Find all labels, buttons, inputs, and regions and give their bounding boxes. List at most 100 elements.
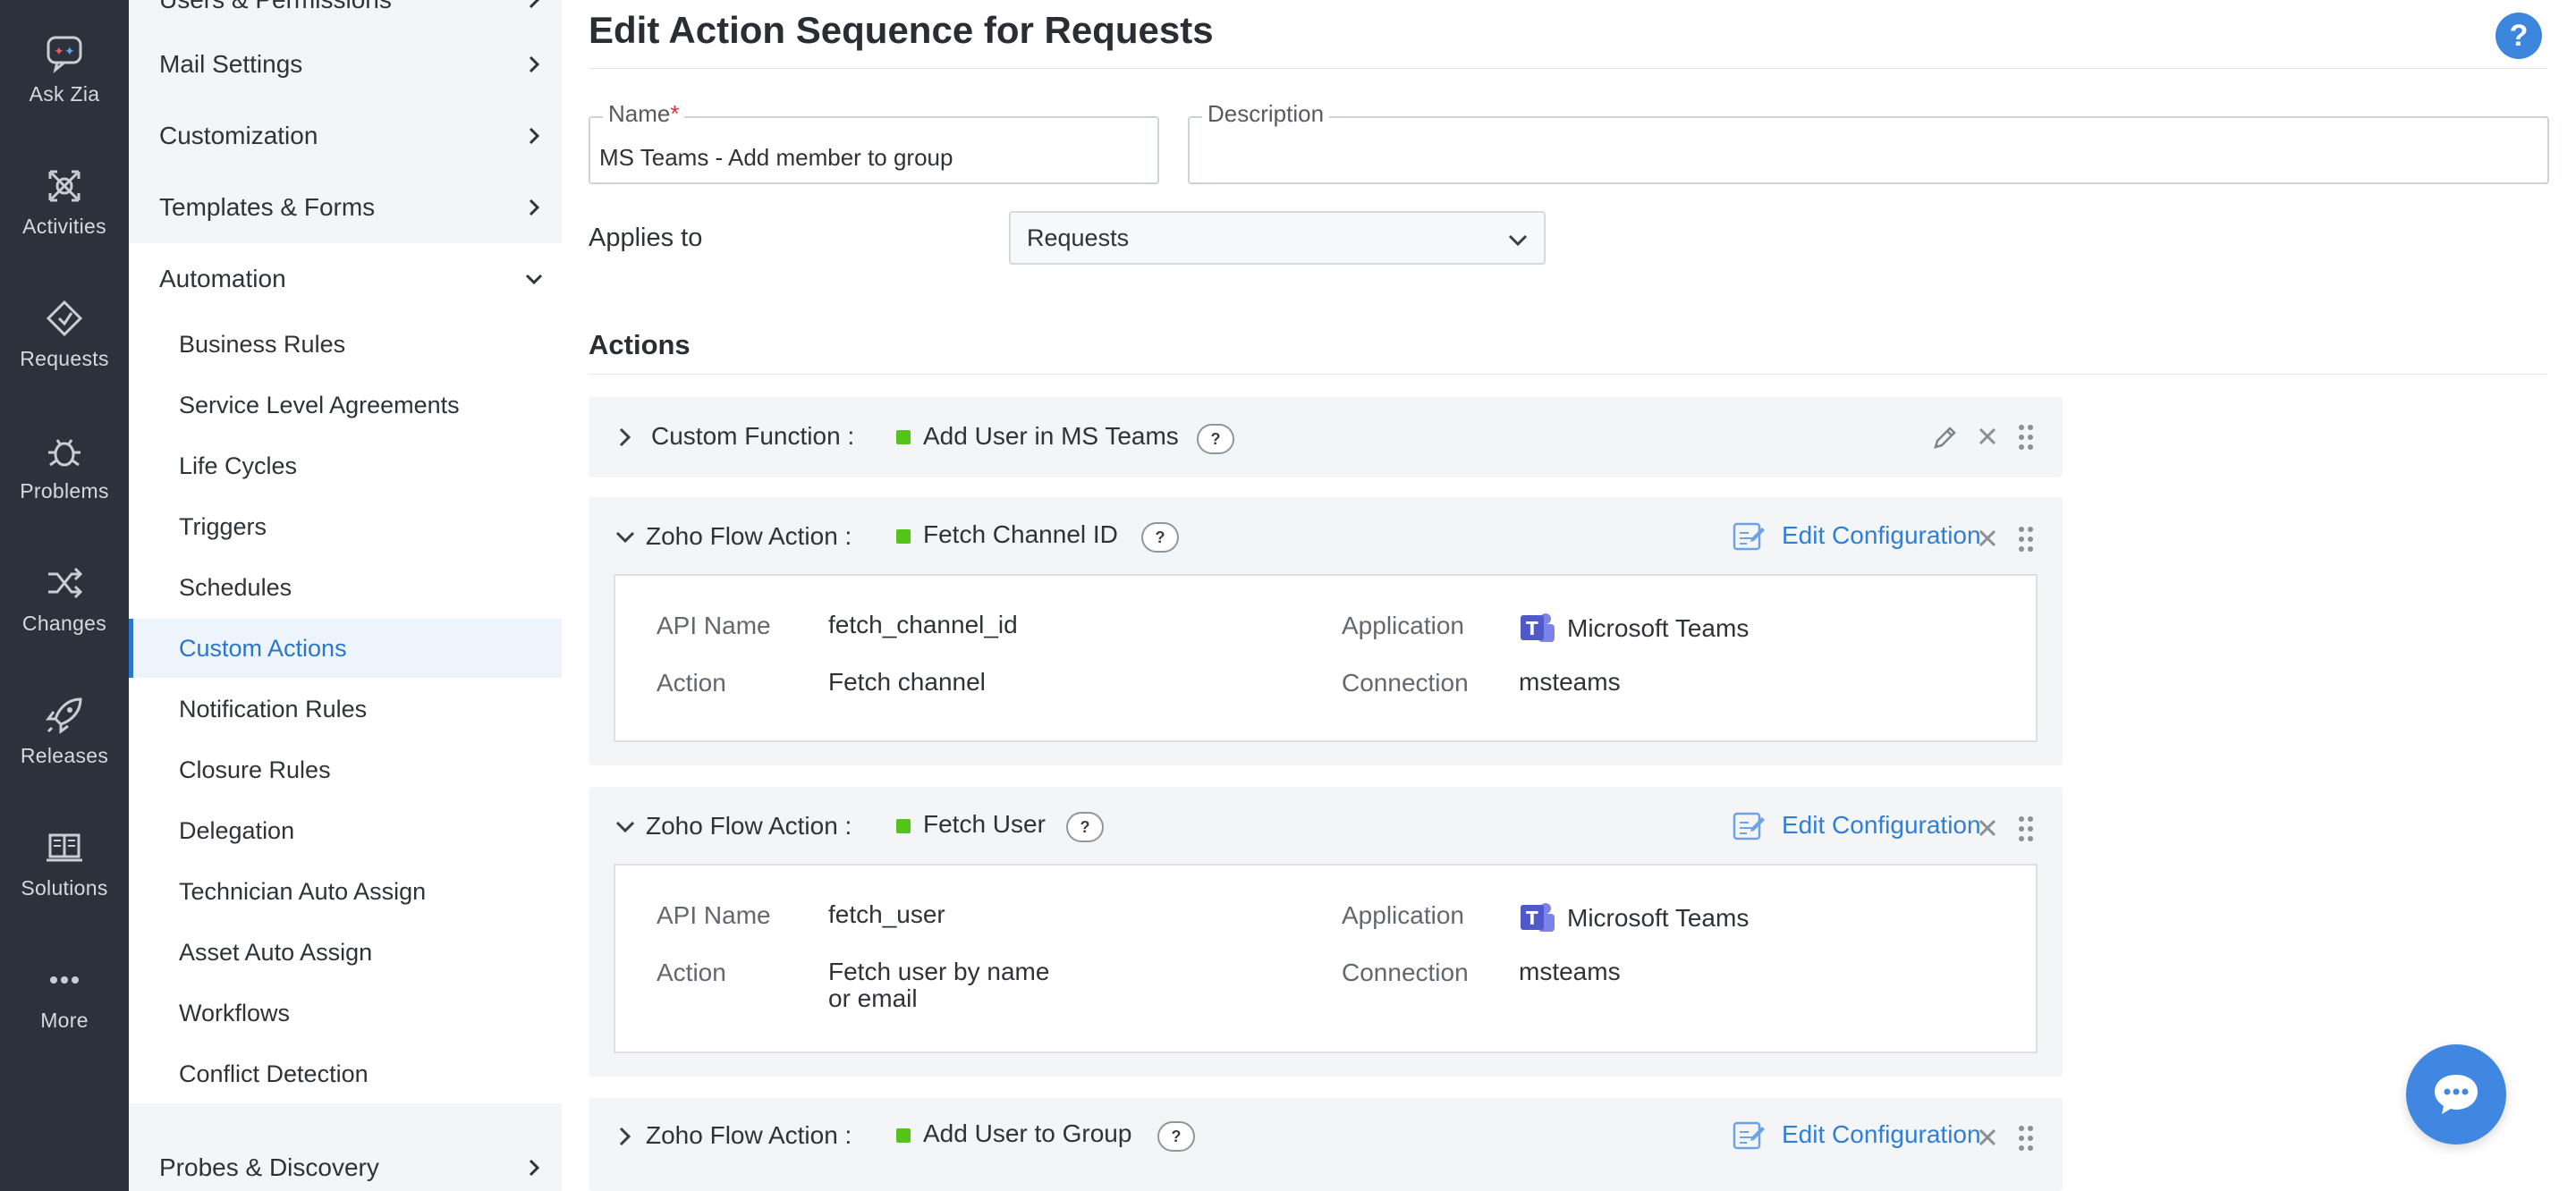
drag-handle-icon[interactable] (2016, 814, 2036, 844)
action-card-header[interactable]: Zoho Flow Action : Fetch Channel ID ? Ed… (589, 497, 2063, 576)
rail-label: Requests (20, 347, 109, 370)
action-card-header[interactable]: Zoho Flow Action : Fetch User ? Edit Con… (589, 787, 2063, 866)
chevron-right-icon (529, 127, 540, 145)
application-label: Application (1342, 901, 1464, 929)
chat-button[interactable] (2406, 1044, 2506, 1145)
edit-configuration-label: Edit Configuration (1782, 521, 1981, 549)
rail-item-releases[interactable]: Releases (0, 696, 129, 812)
status-dot (896, 430, 911, 444)
sidebar-section-probes-discovery[interactable]: Probes & Discovery (129, 1132, 562, 1191)
rail-item-activities[interactable]: Activities (0, 166, 129, 283)
info-button[interactable]: ? (1066, 812, 1104, 842)
name-field[interactable]: Name* MS Teams - Add member to group (589, 100, 1159, 184)
applies-to-value: Requests (1027, 224, 1130, 251)
drag-handle-icon[interactable] (2016, 1123, 2036, 1153)
sidebar-section-label: Automation (159, 265, 286, 292)
sidebar-section-automation[interactable]: Automation (129, 243, 562, 315)
sidebar-item-delegation[interactable]: Delegation (129, 801, 562, 860)
sidebar-item-business-rules[interactable]: Business Rules (129, 315, 562, 374)
chevron-down-icon (525, 274, 543, 285)
close-icon[interactable] (1977, 528, 1998, 549)
sidebar-section-label: Customization (159, 122, 318, 149)
sidebar-item-technician-auto-assign[interactable]: Technician Auto Assign (129, 862, 562, 921)
chevron-down-icon[interactable] (614, 526, 637, 549)
releases-icon (46, 697, 82, 734)
action-name: Add User in MS Teams (923, 422, 1179, 450)
rail-label: More (40, 1009, 89, 1032)
info-button[interactable]: ? (1157, 1121, 1195, 1152)
sidebar-item-asset-auto-assign[interactable]: Asset Auto Assign (129, 923, 562, 982)
action-label: Action (657, 959, 726, 986)
edit-configuration-label: Edit Configuration (1782, 1120, 1981, 1148)
sidebar-section-label: Mail Settings (159, 50, 303, 78)
chevron-down-icon (1508, 234, 1528, 247)
edit-config-icon (1733, 812, 1765, 840)
close-icon[interactable] (1977, 1127, 1998, 1148)
chevron-right-icon (529, 1159, 540, 1177)
application-value: Microsoft Teams (1567, 614, 1750, 642)
edit-configuration-button[interactable]: Edit Configuration (1732, 1118, 1981, 1152)
rail-item-solutions[interactable]: Solutions (0, 828, 129, 944)
sidebar-item-workflows[interactable]: Workflows (129, 984, 562, 1043)
rail-item-more[interactable]: More (0, 960, 129, 1077)
action-value-line1: Fetch user by name (828, 958, 1050, 985)
rail-item-changes[interactable]: Changes (0, 563, 129, 680)
application-label: Application (1342, 612, 1464, 639)
action-type-label: Zoho Flow Action : (646, 1121, 852, 1149)
chevron-right-icon[interactable] (614, 1125, 637, 1148)
action-card-header[interactable]: Custom Function : Add User in MS Teams ? (589, 397, 2063, 476)
divider (589, 374, 2547, 375)
description-field[interactable]: Description (1188, 100, 2549, 184)
sidebar-section-templates-forms[interactable]: Templates & Forms (129, 172, 562, 243)
applies-to-select[interactable]: Requests (1009, 211, 1546, 265)
svg-text:T: T (1526, 908, 1538, 929)
edit-configuration-button[interactable]: Edit Configuration (1732, 808, 1981, 842)
action-card-fetch-channel-id: Zoho Flow Action : Fetch Channel ID ? Ed… (589, 497, 2063, 765)
name-label-text: Name (608, 100, 671, 127)
name-field-value: MS Teams - Add member to group (599, 144, 953, 171)
required-mark: * (670, 100, 680, 127)
pencil-icon[interactable] (1930, 424, 1959, 452)
sidebar-section-mail-settings[interactable]: Mail Settings (129, 29, 562, 100)
sidebar-item-triggers[interactable]: Triggers (129, 497, 562, 556)
chevron-down-icon[interactable] (614, 815, 637, 839)
ask-zia-icon: ✦ ✦ (47, 36, 82, 73)
action-card-header[interactable]: Zoho Flow Action : Add User to Group ? E… (589, 1098, 2063, 1177)
sidebar-item-conflict-detection[interactable]: Conflict Detection (129, 1044, 562, 1103)
drag-handle-icon[interactable] (2016, 422, 2036, 452)
sidebar-item-service-level-agreements[interactable]: Service Level Agreements (129, 376, 562, 435)
chevron-right-icon[interactable] (614, 426, 637, 449)
app-rail: ✦ ✦ Ask Zia Activities Requests Problems … (0, 0, 129, 1191)
help-button[interactable]: ? (2496, 13, 2542, 59)
applies-to-label: Applies to (589, 224, 703, 252)
sidebar-section-label: Templates & Forms (159, 193, 376, 221)
sidebar-item-life-cycles[interactable]: Life Cycles (129, 436, 562, 495)
close-icon[interactable] (1977, 817, 1998, 839)
drag-handle-icon[interactable] (2016, 524, 2036, 554)
sidebar-item-schedules[interactable]: Schedules (129, 558, 562, 617)
edit-config-icon (1733, 522, 1765, 551)
action-type-label: Custom Function : (651, 422, 855, 450)
sidebar-item-closure-rules[interactable]: Closure Rules (129, 740, 562, 799)
rail-label: Activities (22, 215, 106, 238)
info-button[interactable]: ? (1141, 522, 1179, 553)
problems-icon (48, 439, 80, 467)
svg-text:✦: ✦ (64, 45, 75, 59)
action-details: API Name fetch_channel_id Action Fetch c… (614, 574, 2038, 742)
sidebar-item-custom-actions[interactable]: Custom Actions (129, 619, 562, 678)
edit-configuration-button[interactable]: Edit Configuration (1732, 519, 1981, 553)
divider (589, 68, 2547, 69)
rail-item-requests[interactable]: Requests (0, 299, 129, 415)
rail-item-ask-zia[interactable]: ✦ ✦ Ask Zia (0, 34, 129, 150)
rail-item-problems[interactable]: Problems (0, 431, 129, 547)
action-value: Fetch channel (828, 668, 986, 696)
action-name: Add User to Group (923, 1119, 1132, 1147)
info-button[interactable]: ? (1197, 424, 1234, 454)
close-icon[interactable] (1977, 426, 1998, 447)
action-card-custom-function: Custom Function : Add User in MS Teams ? (589, 397, 2063, 477)
api-name-value: fetch_channel_id (828, 611, 1018, 638)
sidebar-item-notification-rules[interactable]: Notification Rules (129, 680, 562, 739)
changes-icon (48, 567, 83, 599)
more-icon (50, 976, 79, 984)
sidebar-section-customization[interactable]: Customization (129, 100, 562, 172)
